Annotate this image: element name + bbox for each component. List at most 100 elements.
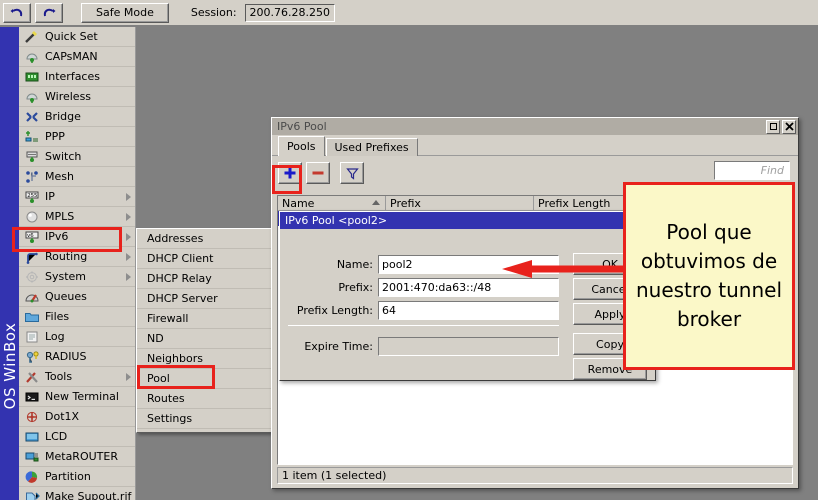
- metarouter-icon: [24, 450, 40, 464]
- sidebar-item-interfaces[interactable]: Interfaces: [19, 67, 135, 87]
- submenu-item-label: DHCP Client: [147, 252, 213, 265]
- undo-button[interactable]: [3, 3, 31, 23]
- submenu-item-label: DHCP Server: [147, 292, 218, 305]
- sidebar-item-metarouter[interactable]: MetaROUTER: [19, 447, 135, 467]
- remove-pool-button[interactable]: [306, 162, 330, 184]
- sidebar-item-mesh[interactable]: Mesh: [19, 167, 135, 187]
- add-pool-button[interactable]: [278, 162, 302, 184]
- plus-icon: [283, 166, 297, 180]
- submenu-item-settings[interactable]: Settings: [137, 409, 274, 429]
- field-row-prefix-length: Prefix Length:64: [288, 301, 559, 320]
- dot1x-icon: [24, 410, 40, 424]
- sidebar-item-ipv6[interactable]: v6 IPv6: [19, 227, 135, 247]
- status-bar: 1 item (1 selected): [277, 467, 793, 484]
- queues-icon: [24, 290, 40, 304]
- sidebar-item-switch[interactable]: Switch: [19, 147, 135, 167]
- sidebar-item-dot1x[interactable]: Dot1X: [19, 407, 135, 427]
- field-input-prefix[interactable]: 2001:470:da63::/48: [378, 278, 559, 297]
- submenu-item-label: Routes: [147, 392, 185, 405]
- column-header-name[interactable]: Name: [278, 196, 386, 210]
- field-row-expire-time: Expire Time:: [288, 337, 559, 356]
- sidebar-item-make-supout-rif[interactable]: Make Supout.rif: [19, 487, 135, 500]
- submenu-item-label: Firewall: [147, 312, 188, 325]
- sidebar-item-lcd[interactable]: LCD: [19, 427, 135, 447]
- sidebar-item-label: PPP: [45, 130, 65, 143]
- submenu-item-dhcp-relay[interactable]: DHCP Relay: [137, 269, 274, 289]
- session-value[interactable]: 200.76.28.250: [245, 4, 335, 22]
- gear-icon: [24, 270, 40, 284]
- submenu-item-dhcp-server[interactable]: DHCP Server: [137, 289, 274, 309]
- sidebar-item-files[interactable]: Files: [19, 307, 135, 327]
- sidebar-item-label: Partition: [45, 470, 91, 483]
- wand-icon: [24, 30, 40, 44]
- sidebar-item-label: IPv6: [45, 230, 68, 243]
- sidebar-item-quick-set[interactable]: Quick Set: [19, 27, 135, 47]
- redo-button[interactable]: [35, 3, 63, 23]
- submenu-item-pool[interactable]: Pool: [137, 369, 274, 389]
- submenu-item-neighbors[interactable]: Neighbors: [137, 349, 274, 369]
- ipv6-pool-tabstrip[interactable]: PoolsUsed Prefixes: [272, 135, 798, 156]
- tools-icon: [24, 370, 40, 384]
- sidebar-item-tools[interactable]: Tools: [19, 367, 135, 387]
- maximize-button[interactable]: [766, 120, 780, 134]
- sidebar-item-mpls[interactable]: MPLS: [19, 207, 135, 227]
- sidebar-item-new-terminal[interactable]: New Terminal: [19, 387, 135, 407]
- ppp-icon: [24, 130, 40, 144]
- ipv6-icon: v6: [24, 230, 40, 244]
- antenna-icon: [24, 90, 40, 104]
- chevron-right-icon: [126, 213, 131, 221]
- tab-used-prefixes[interactable]: Used Prefixes: [326, 138, 418, 156]
- wand-icon: [24, 30, 40, 44]
- safe-mode-button[interactable]: Safe Mode: [81, 3, 169, 23]
- close-icon: [785, 122, 794, 131]
- partition-icon: [24, 470, 40, 484]
- field-input-prefix-length[interactable]: 64: [378, 301, 559, 320]
- submenu-item-firewall[interactable]: Firewall: [137, 309, 274, 329]
- ipv6-pool-titlebar[interactable]: IPv6 Pool: [272, 118, 798, 135]
- column-header-prefix[interactable]: Prefix: [386, 196, 534, 210]
- submenu-item-dhcp-client[interactable]: DHCP Client: [137, 249, 274, 269]
- main-menu-sidebar[interactable]: Quick SetCAPsMANInterfaces Wireless Bridge…: [19, 27, 136, 500]
- winbox-side-strip: OS WinBox: [0, 27, 19, 500]
- sidebar-item-capsman[interactable]: CAPsMAN: [19, 47, 135, 67]
- submenu-item-routes[interactable]: Routes: [137, 389, 274, 409]
- session-label: Session:: [191, 6, 237, 19]
- antenna-icon: [24, 50, 40, 64]
- sidebar-item-bridge[interactable]: Bridge: [19, 107, 135, 127]
- mesh-icon: [24, 170, 40, 184]
- sidebar-item-radius[interactable]: RADIUS: [19, 347, 135, 367]
- chevron-right-icon: [126, 193, 131, 201]
- sidebar-item-label: Dot1X: [45, 410, 79, 423]
- sidebar-item-ip[interactable]: 255IP: [19, 187, 135, 207]
- edit-dialog-titlebar[interactable]: IPv6 Pool <pool2>: [280, 212, 655, 229]
- redo-arrow-icon: [41, 6, 57, 20]
- sidebar-item-ppp[interactable]: PPP: [19, 127, 135, 147]
- sidebar-item-log[interactable]: Log: [19, 327, 135, 347]
- ipv6-submenu[interactable]: Addresses DHCP Client DHCP Relay DHCP Serve…: [136, 228, 275, 433]
- switch-icon: [24, 150, 40, 164]
- sidebar-item-label: MetaROUTER: [45, 450, 118, 463]
- close-button[interactable]: [782, 120, 796, 134]
- sidebar-item-label: Wireless: [45, 90, 91, 103]
- tab-pools[interactable]: Pools: [278, 136, 325, 156]
- submenu-item-addresses[interactable]: Addresses: [137, 229, 274, 249]
- field-label-prefix: Prefix:: [288, 281, 378, 294]
- submenu-item-label: Pool: [147, 372, 170, 385]
- column-header-label: Prefix: [390, 197, 421, 210]
- mesh-icon: [24, 170, 40, 184]
- submenu-item-nd[interactable]: ND: [137, 329, 274, 349]
- winbox-app-window: Safe Mode Session: 200.76.28.250 OS WinB…: [0, 0, 818, 500]
- sidebar-item-wireless[interactable]: Wireless: [19, 87, 135, 107]
- mpls-icon: [24, 210, 40, 224]
- sidebar-item-partition[interactable]: Partition: [19, 467, 135, 487]
- sidebar-item-system[interactable]: System: [19, 267, 135, 287]
- ipv6-pool-title-text: IPv6 Pool: [277, 120, 327, 133]
- column-header-prefix-length[interactable]: Prefix Length: [534, 196, 624, 210]
- sidebar-item-routing[interactable]: Routing: [19, 247, 135, 267]
- folder-icon: [24, 310, 40, 324]
- sidebar-item-queues[interactable]: Queues: [19, 287, 135, 307]
- radius-key-icon: [24, 350, 40, 364]
- filter-button[interactable]: [340, 162, 364, 184]
- lcd-icon: [24, 430, 40, 444]
- find-input[interactable]: Find: [714, 161, 790, 180]
